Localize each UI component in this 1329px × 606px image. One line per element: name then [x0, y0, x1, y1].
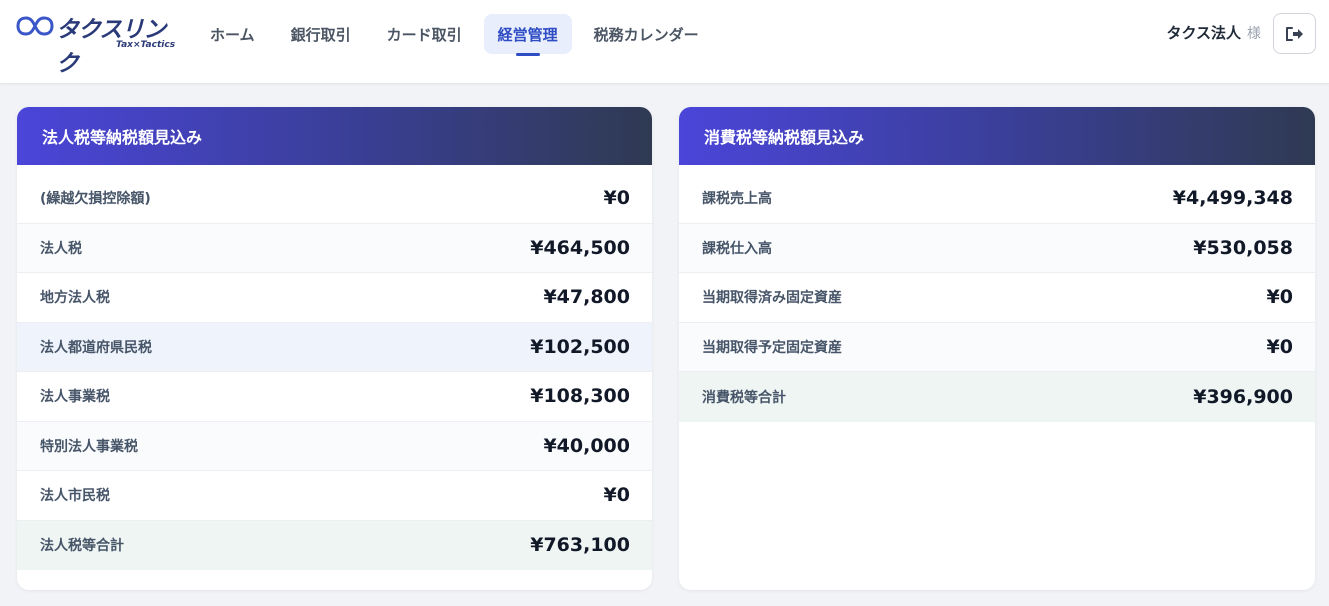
- row-value: ¥102,500: [530, 335, 630, 358]
- row-label: 法人市民税: [40, 488, 110, 505]
- row-value: ¥40,000: [543, 434, 630, 457]
- table-row: (繰越欠損控除額) ¥0: [17, 174, 652, 224]
- row-label: 法人税等合計: [40, 538, 124, 555]
- user-honorific: 様: [1247, 26, 1261, 42]
- user-name: タクス法人: [1166, 24, 1241, 42]
- row-label: 法人事業税: [40, 389, 110, 406]
- table-row: 課税仕入高 ¥530,058: [679, 223, 1315, 273]
- nav-item-management[interactable]: 経営管理: [483, 14, 572, 56]
- card-title: 消費税等納税額見込み: [679, 107, 1315, 165]
- nav-item-home[interactable]: ホーム: [196, 14, 269, 54]
- corporate-tax-card: 法人税等納税額見込み (繰越欠損控除額) ¥0 法人税 ¥464,500 地方法…: [17, 107, 652, 590]
- row-value: ¥0: [1266, 286, 1293, 309]
- row-label: 当期取得予定固定資産: [702, 339, 842, 356]
- row-label: 消費税等合計: [702, 389, 786, 406]
- total-row: 法人税等合計 ¥763,100: [17, 520, 652, 570]
- table-row: 当期取得済み固定資産 ¥0: [679, 273, 1315, 323]
- infinity-logo-icon: [16, 16, 54, 36]
- row-label: 特別法人事業税: [40, 438, 138, 455]
- main-nav: ホーム 銀行取引 カード取引 経営管理 税務カレンダー: [196, 14, 713, 56]
- table-row: 課税売上高 ¥4,499,348: [679, 174, 1315, 224]
- user-info: タクス法人 様: [1166, 22, 1261, 43]
- app-logo[interactable]: タクスリンク Tax×Tactics: [16, 10, 176, 77]
- logout-button[interactable]: [1273, 13, 1316, 54]
- table-row: 法人税 ¥464,500: [17, 223, 652, 273]
- row-label: 課税仕入高: [702, 240, 772, 257]
- consumption-tax-rows: 課税売上高 ¥4,499,348 課税仕入高 ¥530,058 当期取得済み固定…: [679, 165, 1315, 422]
- row-value: ¥4,499,348: [1172, 187, 1293, 210]
- row-label: 課税売上高: [702, 191, 772, 208]
- nav-item-tax-calendar[interactable]: 税務カレンダー: [580, 14, 713, 54]
- table-row: 法人都道府県民税 ¥102,500: [17, 322, 652, 372]
- table-row: 地方法人税 ¥47,800: [17, 273, 652, 323]
- row-label: 法人税: [40, 240, 82, 257]
- logout-icon: [1285, 26, 1303, 41]
- card-title: 法人税等納税額見込み: [17, 107, 652, 165]
- table-row: 法人事業税 ¥108,300: [17, 372, 652, 422]
- corporate-tax-rows: (繰越欠損控除額) ¥0 法人税 ¥464,500 地方法人税 ¥47,800 …: [17, 165, 652, 570]
- row-label: 法人都道府県民税: [40, 339, 152, 356]
- consumption-tax-card: 消費税等納税額見込み 課税売上高 ¥4,499,348 課税仕入高 ¥530,0…: [679, 107, 1315, 590]
- table-row: 特別法人事業税 ¥40,000: [17, 421, 652, 471]
- nav-item-bank-transactions[interactable]: 銀行取引: [277, 14, 365, 54]
- total-row: 消費税等合計 ¥396,900: [679, 372, 1315, 422]
- row-value: ¥47,800: [543, 286, 630, 309]
- row-value: ¥464,500: [530, 236, 630, 259]
- row-value: ¥763,100: [530, 534, 630, 557]
- row-value: ¥0: [603, 484, 630, 507]
- row-value: ¥396,900: [1193, 385, 1293, 408]
- row-value: ¥0: [603, 187, 630, 210]
- nav-item-card-transactions[interactable]: カード取引: [373, 14, 476, 54]
- row-value: ¥530,058: [1193, 236, 1293, 259]
- logo-subtitle: Tax×Tactics: [116, 40, 176, 50]
- table-row: 法人市民税 ¥0: [17, 471, 652, 521]
- table-row: 当期取得予定固定資産 ¥0: [679, 322, 1315, 372]
- row-label: 当期取得済み固定資産: [702, 290, 842, 307]
- row-value: ¥108,300: [530, 385, 630, 408]
- row-label: 地方法人税: [40, 290, 110, 307]
- row-label: (繰越欠損控除額): [40, 191, 151, 208]
- top-header: タクスリンク Tax×Tactics ホーム 銀行取引 カード取引 経営管理 税…: [0, 0, 1329, 84]
- row-value: ¥0: [1266, 335, 1293, 358]
